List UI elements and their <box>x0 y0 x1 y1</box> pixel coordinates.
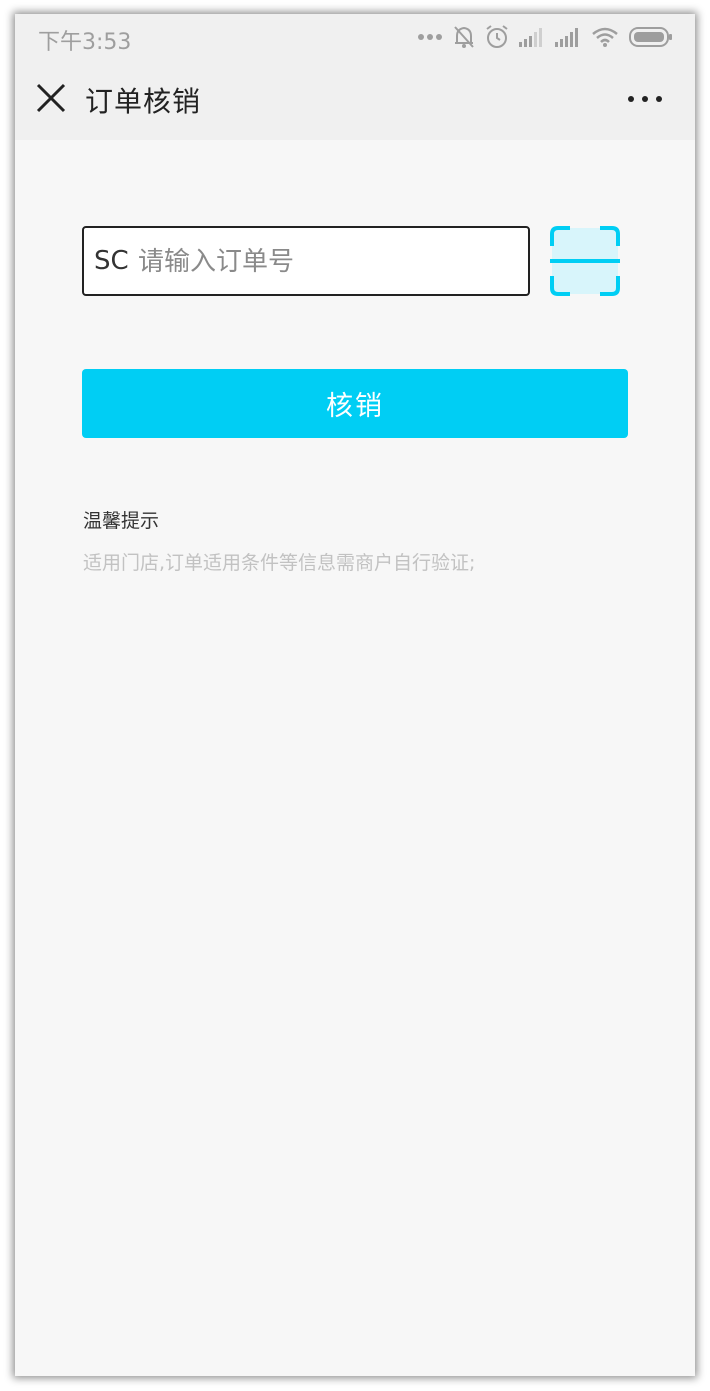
more-horizontal-icon <box>623 96 667 118</box>
tips-text: 适用门店,订单适用条件等信息需商户自行验证; <box>83 552 476 574</box>
signal-icon <box>555 27 581 47</box>
wifi-icon <box>591 26 619 48</box>
verify-button[interactable]: 核销 <box>82 369 628 438</box>
scan-button[interactable] <box>548 224 622 298</box>
signal-icon <box>519 27 545 47</box>
more-dots-icon <box>417 33 443 41</box>
order-prefix: SC <box>94 246 129 276</box>
tips-title: 温馨提示 <box>83 510 160 532</box>
navigation-bar: 订单核销 <box>15 60 695 140</box>
bell-muted-icon <box>453 25 475 49</box>
status-time: 下午3:53 <box>38 30 132 55</box>
order-number-input[interactable] <box>136 238 520 286</box>
scan-icon <box>548 226 622 302</box>
page-title: 订单核销 <box>85 85 202 118</box>
status-bar: 下午3:53 <box>15 14 695 60</box>
main-content: SC 核销 温馨提示 适用门店,订单适用条件等信息需商户自行验证; <box>15 140 695 1376</box>
battery-icon <box>629 26 673 48</box>
more-options-button[interactable] <box>623 84 667 114</box>
alarm-icon <box>485 25 509 49</box>
order-number-field[interactable]: SC <box>82 226 530 296</box>
phone-screen: 下午3:53 订单核销 SC 请输入订单号 核销 温馨提示 适用门店,订单适用条… <box>15 14 695 1376</box>
status-icons <box>417 24 673 50</box>
close-button[interactable] <box>33 80 69 116</box>
close-icon <box>33 83 69 120</box>
